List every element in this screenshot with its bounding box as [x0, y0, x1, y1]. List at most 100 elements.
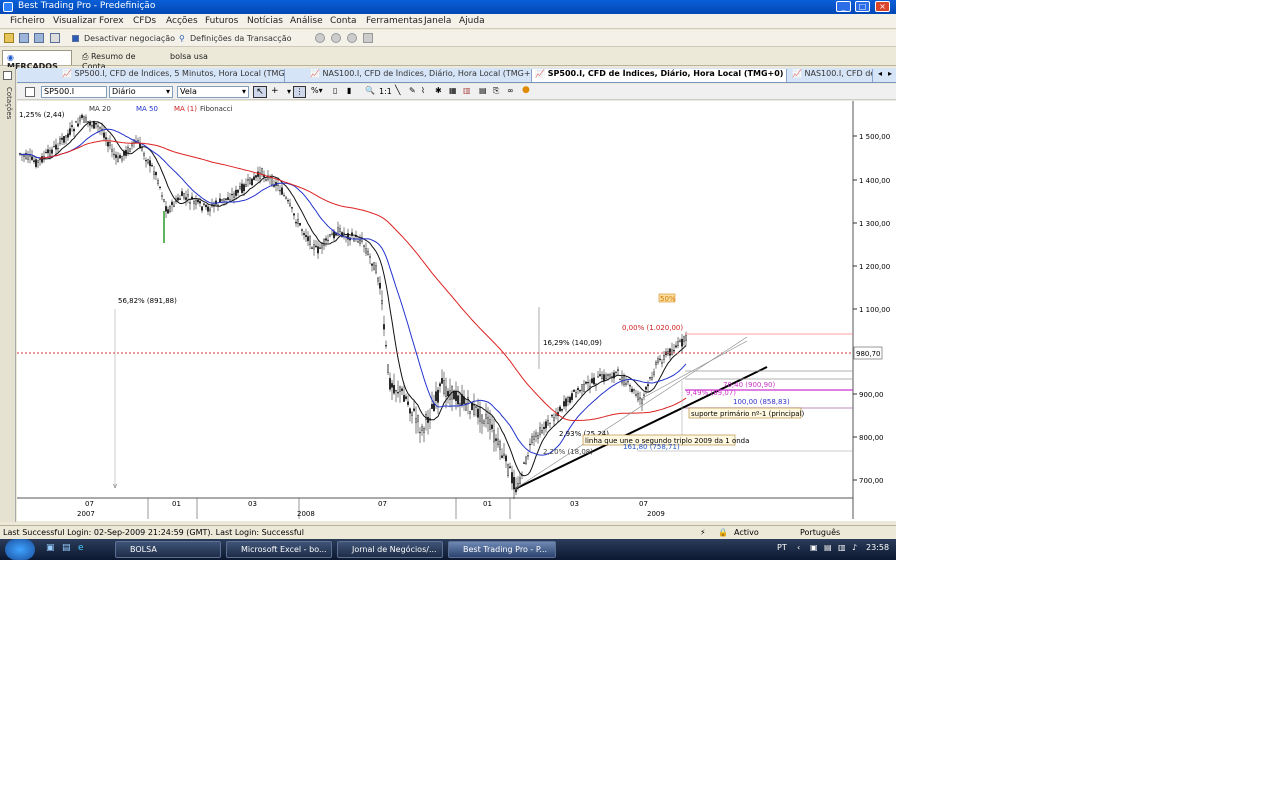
candle-tool-icon[interactable]: ▮ [347, 86, 351, 95]
tool-icon-2[interactable] [331, 33, 341, 43]
tray-icon-1[interactable]: ▣ [810, 543, 818, 552]
chart-tab-4[interactable]: 📈 NAS100.I, CFD de Índ [789, 69, 873, 82]
indicator-ma50[interactable]: MA 50 [136, 105, 158, 113]
deactivate-trading-button[interactable]: Desactivar negociação [84, 34, 175, 43]
fibonacci-tool-icon[interactable]: ⌇ [421, 86, 425, 95]
menu-noticias[interactable]: Notícias [247, 16, 283, 26]
candle-body [627, 381, 629, 383]
menu-analise[interactable]: Análise [290, 16, 323, 26]
magic-tool-icon[interactable]: ✱ [435, 86, 442, 95]
tab-bolsa-usa[interactable]: bolsa usa [166, 50, 216, 65]
start-button[interactable] [5, 539, 35, 560]
tool-icon-1[interactable] [315, 33, 325, 43]
annotation-13[interactable]: 50% [660, 295, 676, 303]
menu-janela[interactable]: Janela [424, 16, 451, 26]
transaction-settings-button[interactable]: Definições da Transacção [190, 34, 292, 43]
candle-body [579, 390, 581, 392]
candle-body [527, 455, 529, 457]
annotation-3[interactable]: 16,29% (140,09) [543, 339, 602, 347]
candle-body [405, 396, 407, 399]
indicator-1[interactable]: SP500.I (1) [39, 105, 78, 113]
line-tool-icon[interactable]: ╲ [395, 86, 400, 96]
annotation-4[interactable]: 0,00% (1.020,00) [622, 324, 683, 332]
indicator-fibonacci[interactable]: Fibonacci [200, 105, 233, 113]
tray-icon-2[interactable]: ▤ [824, 543, 832, 552]
menu-accoes[interactable]: Acções [166, 16, 198, 26]
indicator-ma20[interactable]: MA 20 [89, 105, 111, 113]
tray-arrow-icon[interactable]: ‹ [797, 543, 800, 552]
annotation-11[interactable]: 161,80 (758,71) [623, 443, 680, 451]
candle-body [221, 199, 223, 201]
bars-tool-icon[interactable]: ▯ [333, 86, 337, 95]
zoom-icon[interactable]: 🔍 [365, 86, 375, 95]
annotation-12[interactable]: 2,20% (18,08) [543, 448, 593, 456]
quicklaunch-ie-icon[interactable]: e [78, 543, 84, 553]
annotation-7[interactable]: 100,00 (858,83) [733, 398, 790, 406]
candle-body [655, 361, 657, 365]
candle-body [507, 464, 509, 476]
tray-icon-3[interactable]: ▥ [838, 543, 846, 552]
minimize-button[interactable]: _ [836, 1, 851, 12]
task-excel[interactable]: Microsoft Excel - bo... [226, 541, 332, 558]
menu-ferramentas[interactable]: Ferramentas [366, 16, 423, 26]
tab-scroll-left-icon[interactable]: ◂ [878, 69, 882, 78]
price-chart[interactable]: v 1,25% (2,44) 56,82% (891,88) 16,29% (1… [17, 101, 896, 521]
print-chart-icon[interactable]: ▤ [479, 86, 487, 95]
save-icon[interactable] [19, 33, 29, 43]
menu-conta[interactable]: Conta [330, 16, 357, 26]
menu-visualizar[interactable]: Visualizar [53, 16, 96, 26]
pointer-tool-icon[interactable]: ↖ [253, 86, 267, 98]
annotation-6[interactable]: 9,49% (89,07) [686, 389, 736, 397]
percent-tool-icon[interactable]: %▾ [311, 86, 323, 95]
save-all-icon[interactable] [34, 33, 44, 43]
side-panel[interactable]: Cotações [0, 67, 16, 522]
annotation-8[interactable]: suporte primário nº-1 (principal) [691, 410, 805, 418]
tool-icon-3[interactable] [347, 33, 357, 43]
chart-tab-2[interactable]: 📈 NAS100.I, CFD de Índices, Diário, Hora… [307, 69, 532, 82]
menu-ficheiro[interactable]: Ficheiro [10, 16, 45, 26]
chevron-down-icon[interactable]: ▾ [287, 87, 291, 96]
alert-icon[interactable]: ● [522, 85, 530, 95]
sidebar-toggle-icon[interactable] [3, 71, 12, 80]
annotation-2[interactable]: 56,82% (891,88) [118, 297, 177, 305]
pen-tool-icon[interactable]: ✎ [409, 86, 416, 95]
close-button[interactable]: × [875, 1, 890, 12]
palette-tool-icon[interactable]: ▦ [449, 86, 457, 95]
chart-type-select[interactable]: Vela ▾ [177, 86, 249, 98]
tab-markets[interactable]: ◉ MERCADOS [2, 50, 72, 71]
candle-body [657, 358, 659, 363]
menu-futuros[interactable]: Futuros [205, 16, 238, 26]
grid-tool-icon[interactable]: ⋮ [293, 86, 306, 98]
candle-body [625, 382, 627, 385]
volume-icon[interactable]: ♪ [852, 543, 857, 552]
period-select[interactable]: Diário ▾ [109, 86, 173, 98]
quicklaunch-icon-2[interactable]: ▤ [62, 543, 71, 553]
open-folder-icon[interactable] [4, 33, 14, 43]
chart-canvas[interactable]: v 1,25% (2,44) 56,82% (891,88) 16,29% (1… [17, 101, 896, 521]
symbol-input[interactable]: SP500.I [41, 86, 107, 98]
menu-ajuda[interactable]: Ajuda [459, 16, 485, 26]
crosshair-icon[interactable]: + [271, 86, 279, 96]
task-jornal[interactable]: Jornal de Negócios/... [337, 541, 443, 558]
annotation-5[interactable]: 70,40 (900,90) [723, 381, 775, 389]
chart-tab-3[interactable]: 📈 SP500.I, CFD de Índices, Diário, Hora … [532, 69, 787, 82]
chart-tab-1[interactable]: 📈 SP500.I, CFD de Índices, 5 Minutos, Ho… [59, 69, 285, 82]
attach-icon[interactable]: ⎘ [493, 86, 499, 96]
task-bolsa[interactable]: BOLSA [115, 541, 221, 558]
quicklaunch-icon-1[interactable]: ▣ [46, 543, 55, 553]
print-icon[interactable] [50, 33, 60, 43]
task-best-trading[interactable]: Best Trading Pro - P... [448, 541, 556, 558]
panel-toggle-icon[interactable] [25, 87, 35, 97]
menu-cfds[interactable]: CFDs [133, 16, 156, 26]
link-icon[interactable]: ∞ [507, 86, 514, 95]
candle-body [433, 403, 435, 412]
templates-tool-icon[interactable]: ▥ [463, 86, 471, 95]
maximize-button[interactable]: □ [855, 1, 870, 12]
menu-forex[interactable]: Forex [99, 16, 124, 26]
tool-icon-4[interactable] [363, 33, 373, 43]
tab-account-summary[interactable]: ⎙ Resumo de Conta [78, 50, 162, 71]
language-indicator[interactable]: PT [777, 543, 787, 552]
indicator-ma-red[interactable]: MA (1) [174, 105, 197, 113]
scale-button[interactable]: 1:1 [379, 87, 392, 96]
tab-scroll-right-icon[interactable]: ▸ [888, 69, 892, 78]
